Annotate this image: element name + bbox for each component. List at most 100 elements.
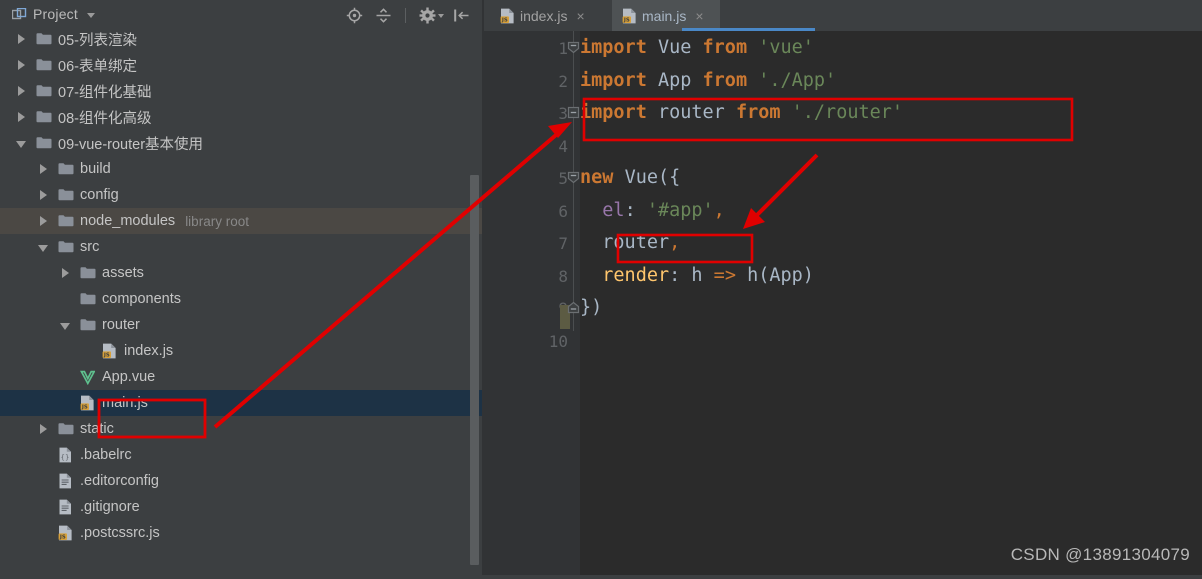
gear-dropdown-caret-icon[interactable] bbox=[438, 14, 444, 18]
folder-icon bbox=[80, 292, 96, 305]
tree-row[interactable]: static bbox=[0, 416, 484, 442]
line-number: 5 bbox=[558, 169, 568, 188]
tree-row[interactable]: App.vue bbox=[0, 364, 484, 390]
babel-icon: {} bbox=[58, 447, 73, 463]
tree-row[interactable]: router bbox=[0, 312, 484, 338]
svg-text:JS: JS bbox=[103, 353, 110, 359]
line-number: 10 bbox=[548, 331, 568, 351]
js-icon: JS bbox=[80, 395, 95, 411]
js-icon: JS bbox=[102, 343, 117, 359]
code-line: router, bbox=[602, 232, 681, 253]
close-icon[interactable]: × bbox=[576, 9, 584, 23]
tree-row-label: 06-表单绑定 bbox=[58, 58, 137, 75]
svg-text:JS: JS bbox=[623, 18, 630, 24]
tree-row[interactable]: 08-组件化高级 bbox=[0, 104, 484, 130]
project-icon bbox=[11, 7, 27, 22]
project-tree-scrollbar[interactable] bbox=[470, 175, 479, 565]
tree-row[interactable]: {} .babelrc bbox=[0, 442, 484, 468]
tree-row[interactable]: JS main.js bbox=[0, 390, 484, 416]
chevron-down-icon[interactable] bbox=[60, 323, 70, 330]
folder-icon bbox=[36, 136, 52, 149]
project-panel: Project 05-列表渲染 06-表单绑定 07-组件化基础 08-组件化高… bbox=[0, 0, 484, 579]
tree-row[interactable]: .editorconfig bbox=[0, 468, 484, 494]
collapse-all-icon[interactable] bbox=[375, 7, 392, 24]
code-fold-marker[interactable] bbox=[567, 171, 580, 184]
tree-row[interactable]: 07-组件化基础 bbox=[0, 78, 484, 104]
tree-row-label: assets bbox=[102, 265, 144, 281]
svg-text:JS: JS bbox=[501, 18, 508, 24]
chevron-right-icon[interactable] bbox=[40, 190, 47, 200]
tree-row[interactable]: src bbox=[0, 234, 484, 260]
line-number: 9 bbox=[508, 299, 568, 318]
editor-tab-label: index.js bbox=[520, 7, 568, 24]
watermark: CSDN @13891304079 bbox=[1010, 545, 1190, 564]
chevron-right-icon[interactable] bbox=[18, 86, 25, 96]
folder-icon bbox=[58, 240, 74, 253]
tree-row[interactable]: .gitignore bbox=[0, 494, 484, 520]
folder-icon bbox=[58, 422, 74, 435]
tree-row-label: App.vue bbox=[102, 369, 156, 385]
file-icon bbox=[58, 499, 73, 515]
tree-row-label: 05-列表渲染 bbox=[58, 32, 137, 49]
chevron-right-icon[interactable] bbox=[18, 112, 25, 122]
tree-row-label: config bbox=[80, 187, 119, 203]
tree-row-label: src bbox=[80, 239, 100, 255]
code-fold-marker[interactable] bbox=[567, 301, 580, 314]
js-icon: JS bbox=[58, 525, 73, 541]
chevron-down-icon[interactable] bbox=[87, 13, 95, 18]
editor-code-area[interactable]: import Vue from 'vue' import App from './… bbox=[580, 31, 1202, 579]
tree-row[interactable]: JS index.js bbox=[0, 338, 484, 364]
tree-row[interactable]: 05-列表渲染 bbox=[0, 26, 484, 52]
chevron-right-icon[interactable] bbox=[18, 34, 25, 44]
project-panel-title: Project bbox=[33, 6, 78, 22]
editor-tab-label: main.js bbox=[642, 7, 687, 24]
tree-row[interactable]: components bbox=[0, 286, 484, 312]
code-fold-marker[interactable] bbox=[567, 106, 580, 119]
line-number: 2 bbox=[558, 71, 568, 91]
status-bar-strip bbox=[0, 575, 1202, 579]
folder-icon bbox=[36, 32, 52, 45]
toolbar-separator bbox=[405, 8, 406, 23]
tree-row[interactable]: assets bbox=[0, 260, 484, 286]
code-fold-marker[interactable] bbox=[567, 41, 580, 54]
gear-icon[interactable] bbox=[419, 7, 436, 24]
line-number: 1 bbox=[558, 39, 568, 58]
hide-panel-icon[interactable] bbox=[453, 7, 470, 24]
locate-icon[interactable] bbox=[346, 7, 363, 24]
editor-tab[interactable]: JS index.js × bbox=[490, 0, 606, 31]
tree-row[interactable]: 06-表单绑定 bbox=[0, 52, 484, 78]
tree-row[interactable]: config bbox=[0, 182, 484, 208]
code-line: }) bbox=[580, 297, 603, 318]
svg-text:JS: JS bbox=[81, 405, 88, 411]
vue-icon bbox=[79, 369, 96, 386]
chevron-right-icon[interactable] bbox=[40, 424, 47, 434]
chevron-right-icon[interactable] bbox=[18, 60, 25, 70]
code-line: el: '#app', bbox=[602, 199, 725, 221]
tree-row-label: main.js bbox=[102, 395, 148, 411]
chevron-down-icon[interactable] bbox=[38, 245, 48, 252]
editor-tab-bar: JS index.js × JS main.js × bbox=[484, 0, 1202, 31]
tree-row-label: index.js bbox=[124, 343, 174, 359]
chevron-right-icon[interactable] bbox=[62, 268, 69, 278]
tree-row-label: 09-vue-router基本使用 bbox=[58, 136, 204, 153]
tree-row[interactable]: JS .postcssrc.js bbox=[0, 520, 484, 546]
code-line: import router from './router' bbox=[580, 102, 904, 123]
chevron-down-icon[interactable] bbox=[16, 141, 26, 148]
editor-tab[interactable]: JS main.js × bbox=[612, 0, 720, 31]
tree-row[interactable]: node_modules library root bbox=[0, 208, 484, 234]
ide-window: Project 05-列表渲染 06-表单绑定 07-组件化基础 08-组件化高… bbox=[0, 0, 1202, 579]
close-icon[interactable]: × bbox=[695, 9, 703, 23]
code-line: new Vue({ bbox=[580, 167, 681, 188]
project-file-tree[interactable]: 05-列表渲染 06-表单绑定 07-组件化基础 08-组件化高级 09-vue-rou… bbox=[0, 30, 484, 579]
tree-row-sublabel: library root bbox=[185, 213, 249, 229]
tree-row[interactable]: 09-vue-router基本使用 bbox=[0, 130, 484, 156]
folder-icon bbox=[58, 162, 74, 175]
tree-row-label: build bbox=[80, 161, 111, 177]
tree-row-label: components bbox=[102, 291, 181, 307]
chevron-right-icon[interactable] bbox=[40, 164, 47, 174]
tree-row[interactable]: build bbox=[0, 156, 484, 182]
tree-row-label: .postcssrc.js bbox=[80, 525, 160, 541]
chevron-right-icon[interactable] bbox=[40, 216, 47, 226]
code-line: render: h => h(App) bbox=[602, 264, 814, 286]
js-file-icon: JS bbox=[622, 8, 636, 24]
